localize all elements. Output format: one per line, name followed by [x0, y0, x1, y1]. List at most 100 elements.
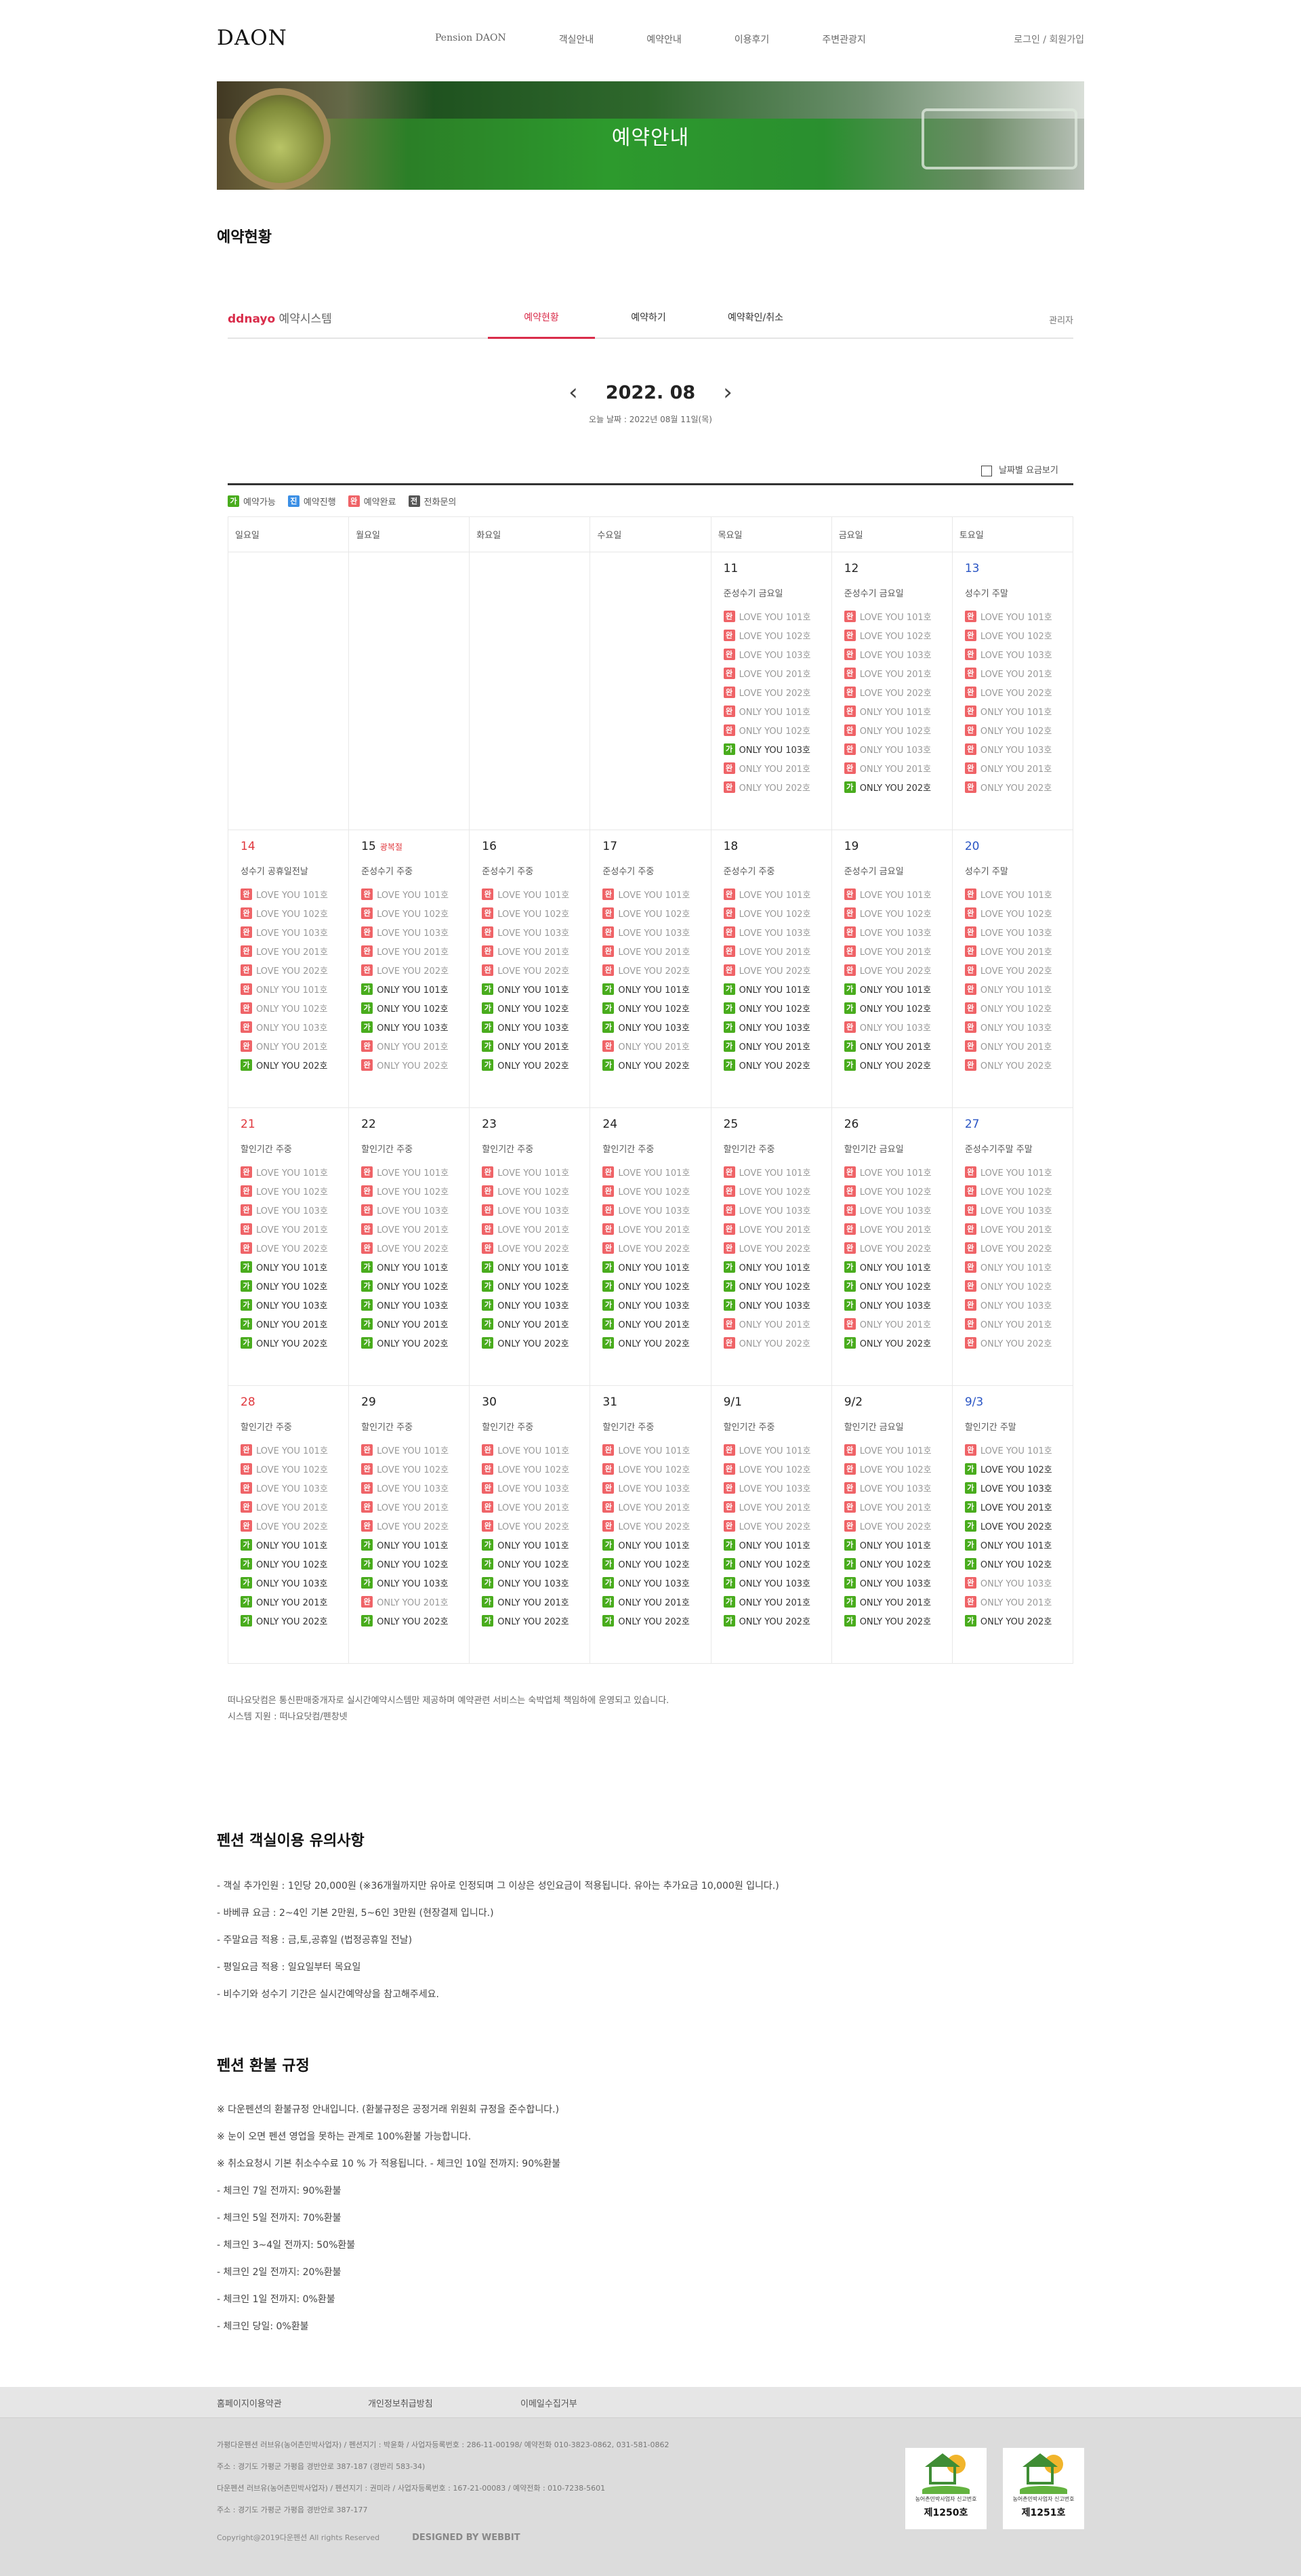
room-available[interactable]: 가 ONLY YOU 101호: [241, 1535, 348, 1554]
footer-link-privacy[interactable]: 개인정보취급방침: [368, 2396, 433, 2409]
room-available[interactable]: 가 ONLY YOU 101호: [602, 1535, 710, 1554]
room-available[interactable]: 가 ONLY YOU 102호: [602, 1554, 710, 1573]
room-available[interactable]: 가 ONLY YOU 201호: [482, 1314, 590, 1333]
room-available[interactable]: 가 ONLY YOU 201호: [723, 1592, 831, 1611]
login-join-link[interactable]: 로그인 / 회원가입: [1014, 33, 1084, 46]
room-available[interactable]: 가 ONLY YOU 101호: [964, 1535, 1073, 1554]
room-available[interactable]: 가 ONLY YOU 103호: [844, 1573, 952, 1592]
room-available[interactable]: 가 ONLY YOU 102호: [361, 1554, 469, 1573]
site-logo[interactable]: DAON: [217, 26, 287, 50]
room-available[interactable]: 가 ONLY YOU 202호: [241, 1055, 348, 1074]
room-available[interactable]: 가 ONLY YOU 201호: [723, 1036, 831, 1055]
room-available[interactable]: 가 ONLY YOU 102호: [602, 1276, 710, 1295]
room-available[interactable]: 가 ONLY YOU 202호: [844, 777, 952, 796]
room-available[interactable]: 가 ONLY YOU 202호: [602, 1611, 710, 1630]
room-available[interactable]: 가 ONLY YOU 103호: [723, 1573, 831, 1592]
room-available[interactable]: 가 ONLY YOU 103호: [361, 1017, 469, 1036]
room-available[interactable]: 가 ONLY YOU 103호: [602, 1573, 710, 1592]
room-available[interactable]: 가 ONLY YOU 103호: [844, 1295, 952, 1314]
room-available[interactable]: 가 ONLY YOU 101호: [482, 1257, 590, 1276]
room-available[interactable]: 가 ONLY YOU 202호: [241, 1611, 348, 1630]
room-available[interactable]: 가 ONLY YOU 201호: [844, 1592, 952, 1611]
daily-price-toggle[interactable]: 날짜별 요금보기: [981, 463, 1058, 476]
room-available[interactable]: 가 ONLY YOU 101호: [844, 1257, 952, 1276]
room-available[interactable]: 가 ONLY YOU 202호: [482, 1611, 590, 1630]
tab-book[interactable]: 예약하기: [595, 298, 702, 339]
room-available[interactable]: 가 LOVE YOU 202호: [964, 1516, 1073, 1535]
room-available[interactable]: 가 ONLY YOU 101호: [241, 1257, 348, 1276]
room-available[interactable]: 가 ONLY YOU 102호: [844, 1554, 952, 1573]
room-available[interactable]: 가 ONLY YOU 202호: [241, 1333, 348, 1352]
room-available[interactable]: 가 ONLY YOU 202호: [844, 1333, 952, 1352]
room-available[interactable]: 가 ONLY YOU 201호: [482, 1036, 590, 1055]
room-available[interactable]: 가 ONLY YOU 103호: [361, 1573, 469, 1592]
room-available[interactable]: 가 ONLY YOU 103호: [482, 1573, 590, 1592]
room-available[interactable]: 가 ONLY YOU 201호: [602, 1314, 710, 1333]
footer-link-no-email[interactable]: 이메일수집거부: [520, 2396, 577, 2409]
room-available[interactable]: 가 ONLY YOU 202호: [361, 1611, 469, 1630]
room-available[interactable]: 가 ONLY YOU 102호: [602, 998, 710, 1017]
room-available[interactable]: 가 ONLY YOU 101호: [482, 1535, 590, 1554]
room-available[interactable]: 가 ONLY YOU 201호: [241, 1314, 348, 1333]
room-available[interactable]: 가 ONLY YOU 202호: [844, 1055, 952, 1074]
room-available[interactable]: 가 ONLY YOU 102호: [482, 998, 590, 1017]
room-available[interactable]: 가 ONLY YOU 201호: [482, 1592, 590, 1611]
room-available[interactable]: 가 ONLY YOU 201호: [602, 1592, 710, 1611]
room-available[interactable]: 가 ONLY YOU 102호: [241, 1276, 348, 1295]
nav-item-reservation[interactable]: 예약안내: [646, 33, 682, 46]
room-available[interactable]: 가 ONLY YOU 102호: [723, 1554, 831, 1573]
room-available[interactable]: 가 ONLY YOU 101호: [844, 1535, 952, 1554]
room-available[interactable]: 가 ONLY YOU 102호: [844, 1276, 952, 1295]
room-available[interactable]: 가 ONLY YOU 202호: [482, 1055, 590, 1074]
room-available[interactable]: 가 ONLY YOU 202호: [844, 1611, 952, 1630]
room-available[interactable]: 가 ONLY YOU 102호: [723, 1276, 831, 1295]
room-available[interactable]: 가 ONLY YOU 102호: [964, 1554, 1073, 1573]
room-available[interactable]: 가 ONLY YOU 101호: [361, 979, 469, 998]
room-available[interactable]: 가 LOVE YOU 103호: [964, 1478, 1073, 1497]
tab-status[interactable]: 예약현황: [488, 298, 595, 339]
room-available[interactable]: 가 LOVE YOU 201호: [964, 1497, 1073, 1516]
room-available[interactable]: 가 ONLY YOU 201호: [241, 1592, 348, 1611]
room-available[interactable]: 가 ONLY YOU 101호: [844, 979, 952, 998]
nav-item-reviews[interactable]: 이용후기: [735, 33, 770, 46]
room-available[interactable]: 가 ONLY YOU 101호: [723, 1535, 831, 1554]
room-available[interactable]: 가 ONLY YOU 101호: [361, 1535, 469, 1554]
room-available[interactable]: 가 ONLY YOU 101호: [482, 979, 590, 998]
nav-item-attractions[interactable]: 주변관광지: [822, 33, 865, 46]
room-available[interactable]: 가 ONLY YOU 102호: [482, 1276, 590, 1295]
room-available[interactable]: 가 ONLY YOU 102호: [361, 1276, 469, 1295]
room-available[interactable]: 가 ONLY YOU 103호: [482, 1017, 590, 1036]
room-available[interactable]: 가 ONLY YOU 103호: [723, 739, 831, 758]
room-available[interactable]: 가 ONLY YOU 101호: [361, 1257, 469, 1276]
room-available[interactable]: 가 ONLY YOU 102호: [361, 998, 469, 1017]
room-available[interactable]: 가 ONLY YOU 103호: [241, 1295, 348, 1314]
room-available[interactable]: 가 LOVE YOU 102호: [964, 1459, 1073, 1478]
room-available[interactable]: 가 ONLY YOU 201호: [844, 1036, 952, 1055]
nav-item-pension[interactable]: Pension DAON: [435, 33, 506, 46]
room-available[interactable]: 가 ONLY YOU 202호: [361, 1333, 469, 1352]
room-available[interactable]: 가 ONLY YOU 101호: [602, 979, 710, 998]
tab-check-cancel[interactable]: 예약확인/취소: [702, 298, 809, 339]
chevron-right-icon[interactable]: ›: [723, 381, 732, 404]
room-available[interactable]: 가 ONLY YOU 103호: [602, 1017, 710, 1036]
admin-link[interactable]: 관리자: [1049, 313, 1073, 326]
room-available[interactable]: 가 ONLY YOU 103호: [602, 1295, 710, 1314]
room-available[interactable]: 가 ONLY YOU 103호: [361, 1295, 469, 1314]
room-available[interactable]: 가 ONLY YOU 103호: [723, 1295, 831, 1314]
checkbox-icon[interactable]: [981, 465, 992, 476]
room-available[interactable]: 가 ONLY YOU 102호: [241, 1554, 348, 1573]
room-available[interactable]: 가 ONLY YOU 101호: [602, 1257, 710, 1276]
room-available[interactable]: 가 ONLY YOU 202호: [602, 1055, 710, 1074]
room-available[interactable]: 가 ONLY YOU 202호: [723, 1055, 831, 1074]
room-available[interactable]: 가 ONLY YOU 101호: [723, 979, 831, 998]
room-available[interactable]: 가 ONLY YOU 103호: [723, 1017, 831, 1036]
room-available[interactable]: 가 ONLY YOU 202호: [964, 1611, 1073, 1630]
room-available[interactable]: 가 ONLY YOU 102호: [844, 998, 952, 1017]
room-available[interactable]: 가 ONLY YOU 202호: [482, 1333, 590, 1352]
room-available[interactable]: 가 ONLY YOU 103호: [241, 1573, 348, 1592]
nav-item-rooms[interactable]: 객실안내: [559, 33, 594, 46]
room-available[interactable]: 가 ONLY YOU 202호: [723, 1611, 831, 1630]
room-available[interactable]: 가 ONLY YOU 102호: [723, 998, 831, 1017]
chevron-left-icon[interactable]: ‹: [569, 381, 578, 404]
room-available[interactable]: 가 ONLY YOU 201호: [361, 1314, 469, 1333]
